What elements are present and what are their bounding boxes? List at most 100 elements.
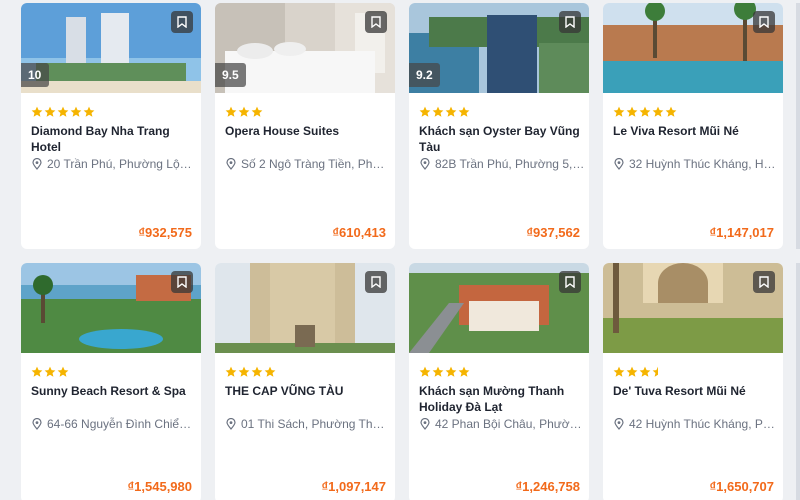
- price: ₫1,097,147: [321, 479, 386, 494]
- star-rating: [419, 106, 470, 118]
- hotel-address: 01 Thi Sách, Phường Thắng Tam, Vũng Tàu: [225, 417, 391, 431]
- address-text: 64-66 Nguyễn Đình Chiểu, Hàm Tiến, Mũi N…: [47, 417, 197, 431]
- star-icon: [238, 366, 250, 377]
- star-icon: [31, 366, 43, 377]
- hotel-photo[interactable]: [215, 263, 395, 353]
- hotel-card[interactable]: 10 Diamond Bay Nha Trang Hotel 20 Trần P…: [21, 3, 201, 249]
- location-pin-icon: [614, 418, 624, 430]
- hotel-grid: 10 Diamond Bay Nha Trang Hotel 20 Trần P…: [0, 0, 800, 500]
- hotel-name[interactable]: Le Viva Resort Mũi Né: [613, 124, 775, 140]
- bookmark-icon: [759, 16, 769, 28]
- price: ₫610,413: [332, 225, 386, 240]
- location-pin-icon: [226, 418, 236, 430]
- hotel-card[interactable]: 9.2 Khách sạn Oyster Bay Vũng Tàu 82B Tr…: [409, 3, 589, 249]
- price: ₫1,246,758: [515, 479, 580, 494]
- star-rating: [419, 366, 470, 378]
- hotel-photo[interactable]: 10: [21, 3, 201, 93]
- hotel-name[interactable]: De' Tuva Resort Mũi Né: [613, 384, 775, 400]
- hotel-address: 42 Huỳnh Thúc Kháng, Phường Mũi Né: [613, 417, 779, 431]
- bookmark-button[interactable]: [559, 271, 581, 293]
- review-score: 10: [21, 63, 49, 87]
- hotel-name[interactable]: Khách sạn Oyster Bay Vũng Tàu: [419, 124, 581, 155]
- hotel-card[interactable]: De' Tuva Resort Mũi Né 42 Huỳnh Thúc Khá…: [603, 263, 783, 500]
- bookmark-button[interactable]: [365, 271, 387, 293]
- star-icon: [251, 106, 263, 117]
- star-icon: [238, 106, 250, 117]
- hotel-address: 82B Trần Phú, Phường 5, Vũng Tàu: [419, 157, 585, 171]
- bookmark-button[interactable]: [365, 11, 387, 33]
- hotel-card[interactable]: Khách sạn Mường Thanh Holiday Đà Lạt 42 …: [409, 263, 589, 500]
- star-icon: [225, 106, 237, 117]
- hotel-photo[interactable]: [603, 3, 783, 93]
- hotel-card[interactable]: Le Viva Resort Mũi Né 32 Huỳnh Thúc Khán…: [603, 3, 783, 249]
- hotel-address: 32 Huỳnh Thúc Kháng, Hàm Tiến, Mũi Né: [613, 157, 779, 171]
- address-text: Số 2 Ngô Tràng Tiền, Phường Tràng Tiền, …: [241, 157, 391, 171]
- address-text: 42 Huỳnh Thúc Kháng, Phường Mũi Né: [629, 417, 779, 431]
- star-icon: [445, 366, 457, 377]
- star-icon: [419, 106, 431, 117]
- hotel-card[interactable]: 9.5 Opera House Suites Số 2 Ngô Tràng Ti…: [215, 3, 395, 249]
- hotel-card[interactable]: Sunny Beach Resort & Spa 64-66 Nguyễn Đì…: [21, 263, 201, 500]
- star-icon: [44, 366, 56, 377]
- star-icon: [626, 106, 638, 117]
- bookmark-button[interactable]: [171, 11, 193, 33]
- star-rating: [613, 106, 677, 118]
- bookmark-button[interactable]: [753, 271, 775, 293]
- star-icon: [458, 366, 470, 377]
- star-icon: [432, 366, 444, 377]
- price: ₫932,575: [138, 225, 192, 240]
- star-icon: [626, 366, 638, 377]
- bookmark-button[interactable]: [171, 271, 193, 293]
- bookmark-icon: [565, 276, 575, 288]
- star-icon: [665, 106, 677, 117]
- hotel-card[interactable]: THE CAP VŨNG TÀU 01 Thi Sách, Phường Thắ…: [215, 263, 395, 500]
- star-icon: [652, 366, 658, 377]
- bookmark-icon: [177, 276, 187, 288]
- star-rating: [31, 106, 95, 118]
- review-score: 9.2: [409, 63, 440, 87]
- price: ₫1,545,980: [127, 479, 192, 494]
- bookmark-icon: [371, 16, 381, 28]
- star-icon: [639, 366, 651, 377]
- hotel-photo[interactable]: 9.5: [215, 3, 395, 93]
- bookmark-icon: [565, 16, 575, 28]
- hotel-photo[interactable]: [21, 263, 201, 353]
- location-pin-icon: [226, 158, 236, 170]
- star-icon: [432, 106, 444, 117]
- hotel-name[interactable]: Opera House Suites: [225, 124, 387, 140]
- price: ₫937,562: [526, 225, 580, 240]
- hotel-photo[interactable]: 9.2: [409, 3, 589, 93]
- hotel-address: 42 Phan Bội Châu, Phường 1, Đà Lạt: [419, 417, 585, 431]
- hotel-name[interactable]: Sunny Beach Resort & Spa: [31, 384, 193, 400]
- star-icon: [419, 366, 431, 377]
- star-icon: [613, 106, 625, 117]
- hotel-photo[interactable]: [409, 263, 589, 353]
- bookmark-icon: [759, 276, 769, 288]
- star-icon: [613, 366, 625, 377]
- star-icon: [57, 106, 69, 117]
- bookmark-icon: [371, 276, 381, 288]
- hotel-photo[interactable]: [603, 263, 783, 353]
- hotel-name[interactable]: THE CAP VŨNG TÀU: [225, 384, 387, 400]
- price: ₫1,650,707: [709, 479, 774, 494]
- review-score: 9.5: [215, 63, 246, 87]
- hotel-address: Số 2 Ngô Tràng Tiền, Phường Tràng Tiền, …: [225, 157, 391, 171]
- hotel-name[interactable]: Diamond Bay Nha Trang Hotel: [31, 124, 193, 155]
- hotel-address: 20 Trần Phú, Phường Lộc Thọ, Nha Trang: [31, 157, 197, 171]
- star-icon: [652, 106, 664, 117]
- address-text: 82B Trần Phú, Phường 5, Vũng Tàu: [435, 157, 585, 171]
- star-icon: [83, 106, 95, 117]
- star-icon: [31, 106, 43, 117]
- location-pin-icon: [420, 418, 430, 430]
- bookmark-button[interactable]: [559, 11, 581, 33]
- star-rating: [613, 366, 664, 378]
- star-rating: [31, 366, 69, 378]
- location-pin-icon: [32, 158, 42, 170]
- hotel-name[interactable]: Khách sạn Mường Thanh Holiday Đà Lạt: [419, 384, 581, 415]
- star-icon: [57, 366, 69, 377]
- star-rating: [225, 366, 276, 378]
- location-pin-icon: [420, 158, 430, 170]
- hotel-address: 64-66 Nguyễn Đình Chiểu, Hàm Tiến, Mũi N…: [31, 417, 197, 431]
- address-text: 32 Huỳnh Thúc Kháng, Hàm Tiến, Mũi Né: [629, 157, 779, 171]
- bookmark-button[interactable]: [753, 11, 775, 33]
